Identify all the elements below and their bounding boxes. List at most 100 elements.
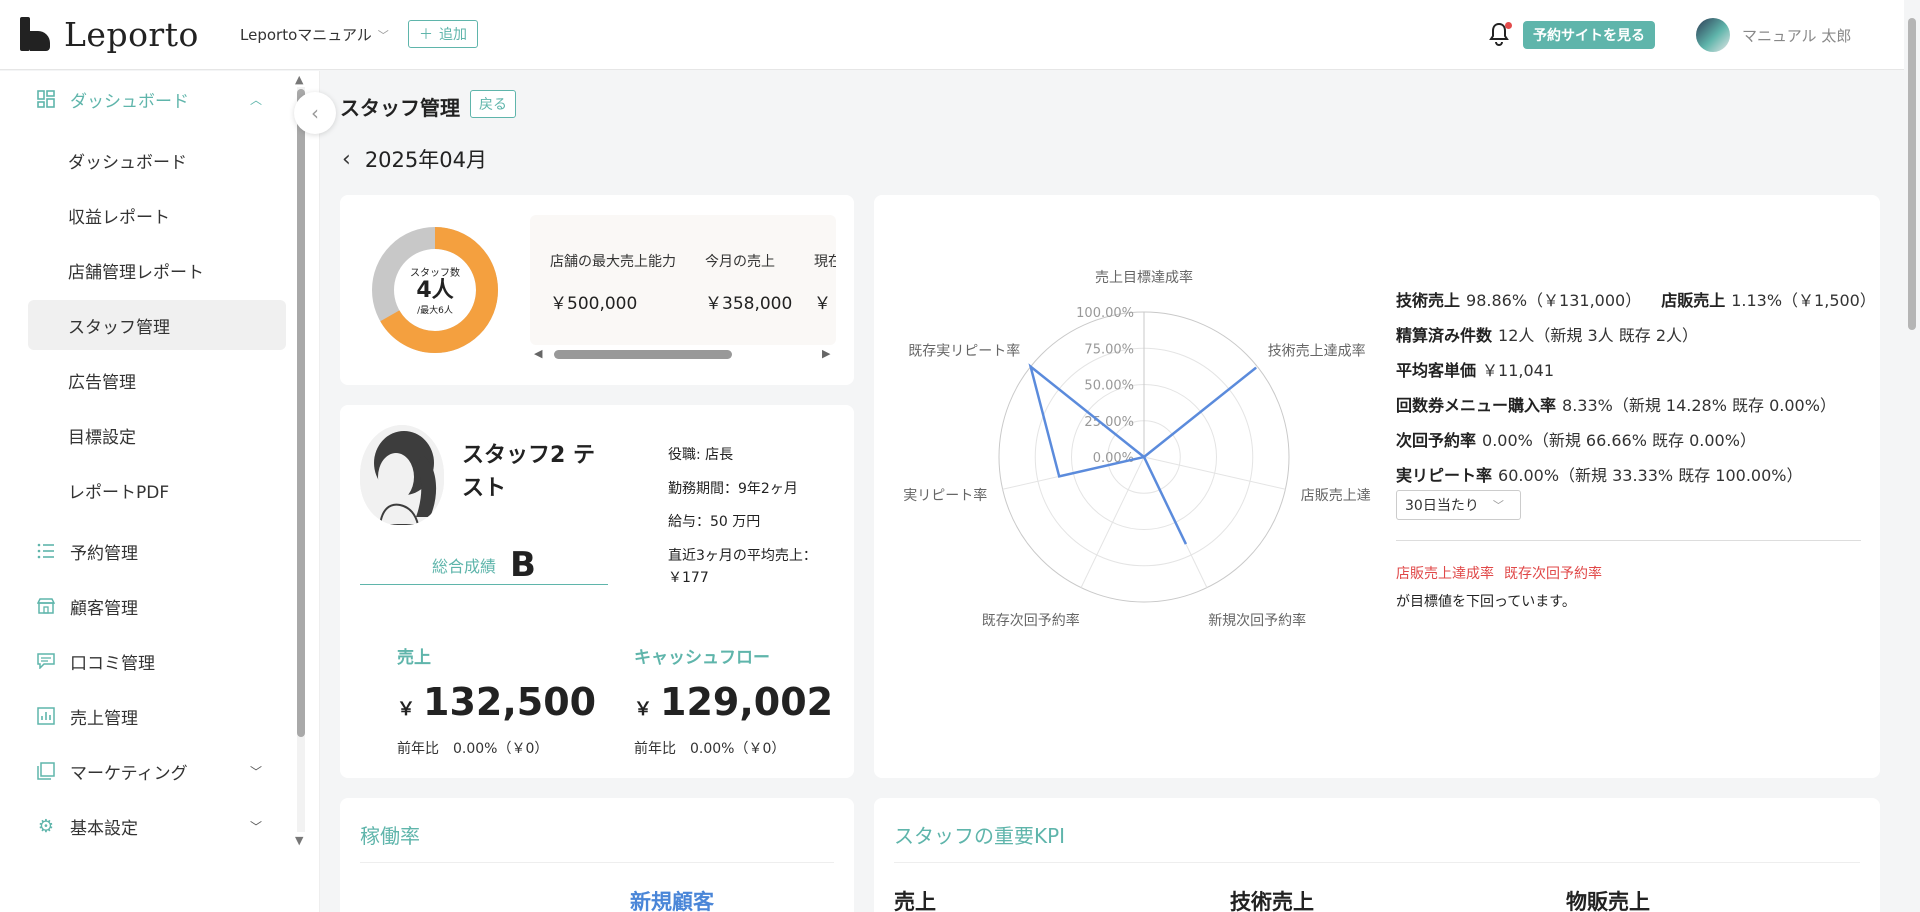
staff-avg-sales: 直近3ヶ月の平均売上：￥177 [668,548,817,586]
period-select-value: 30日当たり [1405,498,1479,514]
user-name: マニュアル 太郎 [1742,26,1852,45]
sidebar-group-reviews[interactable]: 口コミ管理 [0,634,288,688]
sidebar-item-dashboard[interactable]: ダッシュボード [28,135,286,185]
sidebar-item-staff[interactable]: スタッフ管理 [28,300,286,350]
donut-max: /最大6人 [417,306,453,317]
sidebar: ダッシュボード ︿ ダッシュボード 収益レポート 店舗管理レポート スタッフ管理… [0,71,320,912]
radar-tick-label: 75.00% [1084,342,1134,357]
scroll-down-icon[interactable]: ▼ [295,834,303,847]
comment-icon [36,651,56,671]
donut-count: 4人 [416,277,454,303]
staff-info: 役職: 店長 勤務期間：9年2ヶ月 給与：50 万円 直近3ヶ月の平均売上：￥1… [668,445,838,589]
user-menu[interactable]: マニュアル 太郎 [1696,18,1851,52]
performance-radar-card: 0.00% 25.00% 50.00% 75.00% 100.00% 売上目標達成率 技術売… [874,195,1880,778]
sidebar-group-dashboard[interactable]: ダッシュボード ︿ [0,72,288,126]
store-select[interactable]: Leportoマニュアル ﹀ [240,24,389,45]
sidebar-group-label: 口コミ管理 [70,653,155,674]
store-select-value: Leportoマニュアル [240,26,372,44]
sidebar-scrollbar[interactable]: ▲ ▼ [294,71,308,851]
list-icon [36,541,56,561]
divider [1396,540,1861,541]
chevron-left-icon[interactable]: ‹ [342,147,351,172]
staff-cashflow-yoy: 前年比 0.00%（￥0） [634,741,786,757]
chevron-down-icon: ﹀ [377,28,389,42]
kpi-title: スタッフの重要KPI [894,824,1066,848]
scroll-left-icon[interactable]: ◀ [534,347,542,360]
overall-grade-label: 総合成績 [432,556,497,576]
chevron-down-icon: ﹀ [249,819,262,834]
current-month: 2025年04月 [364,148,487,172]
scroll-up-icon[interactable]: ▲ [295,73,303,86]
staff-sales-value: 132,500 [423,680,597,724]
add-button[interactable]: ＋ 追加 [408,20,478,48]
stats-scrollbar-thumb[interactable] [554,350,732,359]
sidebar-group-label: マーケティング [70,763,188,784]
staff-cashflow: キャッシュフロー ￥ 129,002 前年比 0.00%（￥0） [634,648,834,757]
logo-text: Leporto [64,14,199,54]
dashboard-icon [36,89,56,109]
period-select[interactable]: 30日当たり ﹀ [1396,490,1521,520]
alert-item: 店販売上達成率 [1396,566,1494,582]
sidebar-group-label: ダッシュボード [70,91,189,112]
staff-name: スタッフ2 テスト [462,443,595,501]
chart-icon [36,706,56,726]
sidebar-group-customers[interactable]: 顧客管理 [0,579,288,633]
alert-item: 既存次回予約率 [1504,566,1602,582]
radar-axis-label: 店販売上達 [1301,488,1371,504]
metric-avg-price: 平均客単価 ￥11,041 [1396,360,1555,380]
below-target-text: が目標値を下回っています。 [1396,594,1576,610]
kpi-head-sales: 売上 [894,890,936,912]
staff-position: 役職: 店長 [668,447,734,463]
logo-mark-icon [20,17,50,51]
kpi-head-retail: 物販売上 [1566,890,1650,912]
new-customer-heading: 新規顧客 [630,890,714,912]
back-button[interactable]: 戻る [470,90,516,118]
sidebar-item-revenue-report[interactable]: 収益レポート [28,190,286,240]
radar-chart: 0.00%25.00%50.00%75.00%100.00%売上目標達成率技術売… [903,269,1371,629]
add-button-label: 追加 [439,27,467,43]
sidebar-group-settings[interactable]: ⚙ 基本設定 ﹀ [0,799,288,853]
sidebar-group-label: 予約管理 [70,543,138,564]
utilization-card: 稼働率 新規顧客 [340,798,854,912]
notification-bell-icon[interactable] [1488,22,1512,48]
logo[interactable]: Leporto [20,14,199,54]
layers-icon [36,761,56,781]
plus-icon: ＋ [419,27,433,43]
radar-series-line [1028,363,1257,545]
sidebar-group-reservations[interactable]: 予約管理 [0,524,288,578]
staff-metrics: 技術売上 98.86%（￥131,000） 店販売上 1.13%（￥1,500） 精… [1396,281,1876,491]
avatar [1696,18,1730,52]
sidebar-item-report-pdf[interactable]: レポートPDF [28,465,286,515]
below-target-items: 店販売上達成率 既存次回予約率 [1396,563,1602,583]
notification-dot [1505,22,1512,29]
staff-sales-yoy: 前年比 0.00%（￥0） [397,741,549,757]
sidebar-item-ads[interactable]: 広告管理 [28,355,286,405]
page-scrollbar[interactable] [1904,0,1920,912]
scroll-right-icon[interactable]: ▶ [822,347,830,360]
sidebar-group-marketing[interactable]: マーケティング ﹀ [0,744,288,798]
sidebar-item-goals[interactable]: 目標設定 [28,410,286,460]
store-icon [36,596,56,616]
staff-photo [360,425,444,525]
sidebar-group-label: 売上管理 [70,708,138,729]
collapse-sidebar-button[interactable]: ‹ [294,92,336,134]
radar-spoke [1143,456,1286,490]
top-header: Leporto Leportoマニュアル ﹀ ＋ 追加 予約サイトを見る マニュ… [0,0,1920,70]
radar-axis-label: 技術売上達成率 [1268,342,1366,359]
view-booking-site-button[interactable]: 予約サイトを見る [1523,21,1655,49]
sidebar-scrollbar-thumb[interactable] [297,89,305,737]
sidebar-group-sales[interactable]: 売上管理 [0,689,288,743]
sidebar-group-label: 基本設定 [70,818,138,839]
sidebar-item-store-report[interactable]: 店舗管理レポート [28,245,286,295]
stats-horizontal-scrollbar[interactable]: ◀ ▶ [530,347,836,361]
staff-salary: 給与：50 万円 [668,514,761,531]
radar-axis-label: 実リピート率 [903,487,987,504]
radar-spoke [1080,456,1145,588]
staff-sales: 売上 ￥ 132,500 前年比 0.00%（￥0） [397,648,597,757]
radar-tick-label: 100.00% [1076,306,1134,321]
page-scrollbar-thumb[interactable] [1908,18,1916,330]
stat-current: 現在 ￥ [814,254,836,314]
metric-ticket-rate: 回数券メニュー購入率 8.33%（新規 14.28% 既存 0.00%） [1396,395,1836,415]
radar-axis-label: 既存実リピート率 [908,342,1020,359]
metric-technical-retail: 技術売上 98.86%（￥131,000） 店販売上 1.13%（￥1,500） [1396,290,1876,310]
